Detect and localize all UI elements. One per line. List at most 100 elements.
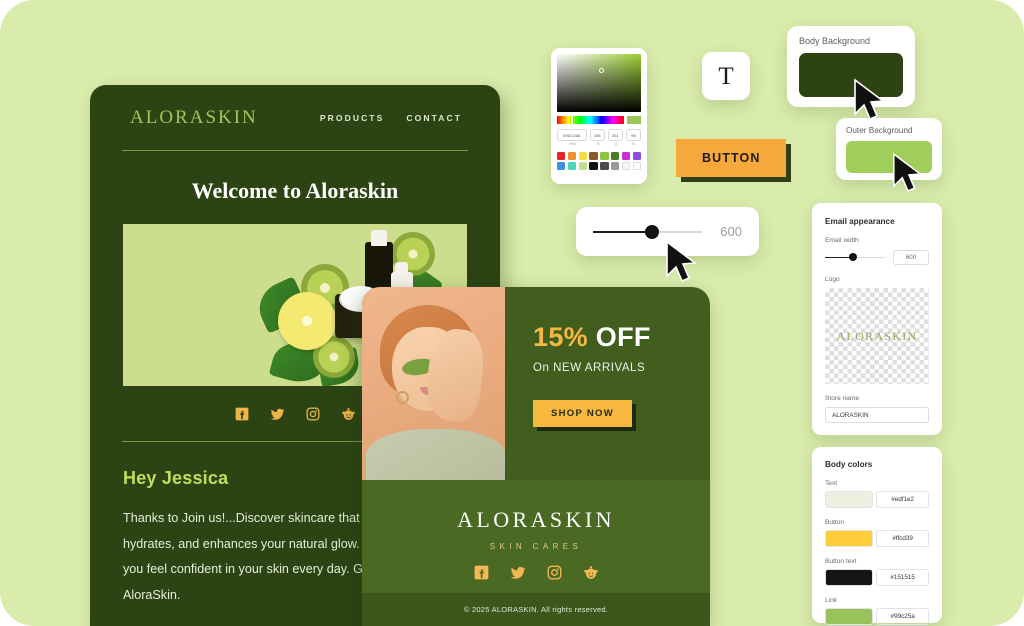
facebook-icon[interactable] <box>474 565 489 585</box>
width-slider-widget[interactable]: 600 <box>576 207 759 256</box>
panel-title-body-colors: Body colors <box>825 460 873 469</box>
preset-swatch-4[interactable] <box>600 152 609 160</box>
preset-swatch-7[interactable] <box>632 152 641 160</box>
color-swatch-2[interactable] <box>825 569 874 586</box>
promo-hero: 15% OFF On NEW ARRIVALS SHOP NOW <box>362 287 710 480</box>
logo-upload-preview[interactable]: ALORASKIN <box>825 288 929 384</box>
color-swatch-0[interactable] <box>825 491 874 508</box>
hex-input[interactable]: #9DC45A <box>557 129 587 141</box>
store-name-label: Store name <box>825 395 860 402</box>
slider-fill <box>593 230 653 233</box>
body-colors-panel: Body colors Text #edf1e2 Button #ffcd39 Butt… <box>812 447 942 625</box>
button-element-widget[interactable]: BUTTON <box>676 139 787 177</box>
text-tool-button[interactable]: T <box>702 52 750 100</box>
reddit-icon[interactable] <box>583 565 599 585</box>
preset-swatch-12[interactable] <box>600 162 609 171</box>
slider-knob[interactable] <box>645 224 660 239</box>
promo-copy: 15% OFF On NEW ARRIVALS SHOP NOW <box>505 287 710 480</box>
red-input[interactable]: 155 <box>589 129 605 141</box>
body-background-label: Body Background <box>799 36 871 46</box>
text-t-icon: T <box>718 62 734 90</box>
preset-swatch-2[interactable] <box>578 152 587 160</box>
email-width-knob[interactable] <box>848 253 857 262</box>
logo-preview-text: ALORASKIN <box>836 328 918 343</box>
twitter-icon[interactable] <box>270 407 285 421</box>
body-colors-rows: Text #edf1e2 Button #ffcd39 Button text #1515… <box>825 480 929 625</box>
offer-subtext: On NEW ARRIVALS <box>533 362 646 374</box>
color-hex-input-1[interactable]: #ffcd39 <box>876 530 929 547</box>
color-swatch-1[interactable] <box>825 530 874 547</box>
color-row-label-3: Link <box>825 597 838 604</box>
preset-swatch-5[interactable] <box>610 152 620 160</box>
blue-input[interactable]: 96 <box>625 129 642 141</box>
saturation-brightness-field[interactable] <box>557 54 641 112</box>
hue-slider-handle[interactable] <box>571 115 573 125</box>
twitter-icon[interactable] <box>510 565 526 585</box>
color-picker-widget[interactable]: #9DC45A 155 201 96 Hex R G B <box>551 48 647 184</box>
slider-track[interactable] <box>593 224 703 239</box>
preset-swatch-13[interactable] <box>610 162 620 171</box>
promo-footer: ALORASKIN SKIN CARES <box>362 480 710 593</box>
offer-percent: 15% <box>533 322 588 352</box>
email-width-input[interactable]: 600 <box>893 250 929 265</box>
color-selection-handle[interactable] <box>599 68 604 73</box>
preset-swatch-11[interactable] <box>589 162 598 171</box>
green-input[interactable]: 201 <box>607 129 623 141</box>
preset-swatch-6[interactable] <box>621 152 631 160</box>
slider-value: 600 <box>720 224 742 239</box>
current-color-swatch <box>627 116 641 124</box>
blue-label: B <box>632 142 635 146</box>
email-width-control[interactable]: 600 <box>825 250 929 265</box>
facebook-icon[interactable] <box>235 407 249 421</box>
color-row-1: #ffcd39 <box>825 530 929 547</box>
email-width-track[interactable] <box>825 253 885 262</box>
body-background-swatch[interactable] <box>799 53 903 97</box>
promo-social-row <box>474 565 599 585</box>
preset-swatch-9[interactable] <box>567 162 577 171</box>
color-row-label-1: Button <box>825 519 845 526</box>
logo-label: Logo <box>825 276 840 283</box>
green-label: G <box>614 142 618 146</box>
preset-swatch-14[interactable] <box>621 162 631 171</box>
model-photo <box>362 287 505 480</box>
nav-item-contact[interactable]: CONTACT <box>406 113 462 123</box>
instagram-icon[interactable] <box>547 565 562 585</box>
preset-swatch-15[interactable] <box>632 162 641 171</box>
panel-title-email-appearance: Email appearance <box>825 217 895 226</box>
color-row-2: #151515 <box>825 569 929 586</box>
promo-tagline: SKIN CARES <box>489 542 583 551</box>
reddit-icon[interactable] <box>341 407 356 421</box>
nav-item-products[interactable]: PRODUCTS <box>320 113 385 123</box>
color-hex-input-3[interactable]: #99c25a <box>876 608 929 625</box>
red-label: R <box>596 142 600 146</box>
offer-word: OFF <box>595 322 651 352</box>
email-logo: ALORASKIN <box>130 106 258 128</box>
color-value-fields: #9DC45A 155 201 96 <box>557 129 642 141</box>
promo-brand: ALORASKIN <box>457 507 615 532</box>
preset-swatch-10[interactable] <box>578 162 587 171</box>
promo-copyright: © 2025 ALORASKIN. All rights reserved. <box>362 593 710 626</box>
color-hex-input-0[interactable]: #edf1e2 <box>876 491 929 508</box>
email-appearance-panel: Email appearance Email width 600 Logo AL… <box>812 203 942 435</box>
instagram-icon[interactable] <box>306 407 320 421</box>
store-name-input[interactable]: ALORASKIN <box>825 407 929 423</box>
preset-swatch-grid[interactable] <box>557 152 641 171</box>
offer-headline: 15% OFF <box>533 322 710 353</box>
preset-swatch-3[interactable] <box>589 152 598 160</box>
welcome-heading: Welcome to Aloraskin <box>191 178 399 203</box>
body-background-card[interactable]: Body Background <box>787 26 915 107</box>
email-nav: PRODUCTS CONTACT <box>320 113 462 123</box>
outer-background-card[interactable]: Outer Background <box>836 118 942 180</box>
preset-swatch-1[interactable] <box>567 152 577 160</box>
outer-background-label: Outer Background <box>846 126 913 135</box>
color-value-labels: Hex R G B <box>557 142 641 146</box>
color-swatch-3[interactable] <box>825 608 874 625</box>
color-row-0: #edf1e2 <box>825 491 929 508</box>
preset-swatch-8[interactable] <box>557 162 566 171</box>
outer-background-swatch[interactable] <box>846 141 932 173</box>
preset-swatch-0[interactable] <box>557 152 566 160</box>
color-hex-input-2[interactable]: #151515 <box>876 569 929 586</box>
hue-slider[interactable] <box>557 115 624 125</box>
shop-now-button[interactable]: SHOP NOW <box>533 400 633 427</box>
canvas: ALORASKIN PRODUCTS CONTACT Welcome to Al… <box>0 0 1024 626</box>
